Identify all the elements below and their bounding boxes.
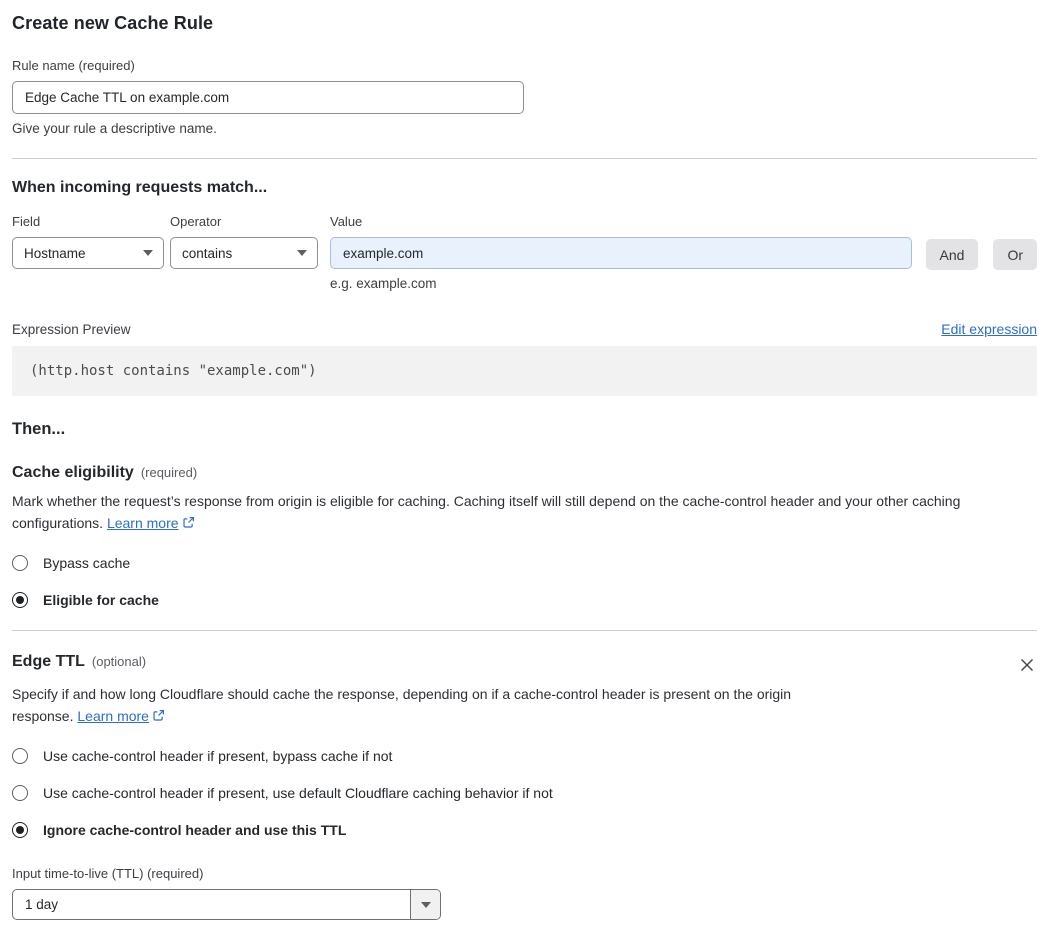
field-select[interactable]: Hostname	[12, 237, 164, 269]
page-title: Create new Cache Rule	[12, 13, 214, 33]
radio-label: Bypass cache	[43, 555, 131, 571]
radio-icon	[12, 748, 28, 764]
edge-ttl-learn-more-link[interactable]: Learn more	[77, 708, 149, 724]
value-input[interactable]	[330, 237, 912, 269]
cache-eligibility-description: Mark whether the request’s response from…	[12, 491, 1022, 534]
edge-ttl-description: Specify if and how long Cloudflare shoul…	[12, 684, 842, 727]
operator-select-value: contains	[182, 245, 233, 261]
close-icon[interactable]	[1017, 655, 1037, 675]
cache-eligibility-header: Cache eligibility (required)	[12, 464, 1037, 482]
radio-use-header-bypass[interactable]: Use cache-control header if present, byp…	[12, 748, 392, 764]
section-divider	[12, 630, 1037, 631]
radio-label: Use cache-control header if present, byp…	[43, 748, 393, 764]
value-column: Value e.g. example.com	[330, 214, 912, 291]
caret-down-icon	[297, 250, 307, 256]
value-label: Value	[330, 214, 363, 229]
expression-preview-header: Expression Preview Edit expression	[12, 321, 1037, 337]
operator-select[interactable]: contains	[170, 237, 318, 269]
then-heading: Then...	[12, 420, 66, 438]
edit-expression-link[interactable]: Edit expression	[941, 321, 1037, 337]
field-column: Field Hostname	[12, 214, 164, 291]
or-button[interactable]: Or	[993, 239, 1037, 270]
radio-label: Eligible for cache	[43, 592, 159, 608]
caret-down-icon	[143, 250, 153, 256]
edge-ttl-header-row: Edge TTL (optional)	[12, 653, 1037, 675]
match-condition-row: Field Hostname Operator contains Value e…	[12, 214, 1037, 291]
radio-icon	[12, 822, 28, 838]
and-button[interactable]: And	[925, 239, 979, 270]
edge-ttl-header: Edge TTL (optional)	[12, 653, 146, 671]
field-label: Field	[12, 214, 41, 229]
rule-name-helper: Give your rule a descriptive name.	[12, 121, 217, 136]
external-link-icon	[152, 709, 165, 725]
cache-eligibility-learn-more-link[interactable]: Learn more	[107, 515, 179, 531]
rule-name-label: Rule name (required)	[12, 58, 135, 73]
value-helper: e.g. example.com	[330, 276, 437, 291]
create-cache-rule-page: Create new Cache Rule Rule name (require…	[0, 0, 1058, 934]
ttl-dropdown-arrow-button[interactable]	[410, 890, 440, 919]
expression-preview-label: Expression Preview	[12, 322, 131, 337]
field-select-value: Hostname	[24, 245, 86, 261]
cache-eligibility-heading: Cache eligibility	[12, 464, 134, 481]
external-link-icon	[182, 516, 195, 532]
edge-ttl-heading: Edge TTL	[12, 653, 85, 670]
ttl-select-value: 1 day	[25, 897, 59, 912]
radio-ignore-header-use-ttl[interactable]: Ignore cache-control header and use this…	[12, 822, 346, 838]
radio-icon	[12, 592, 28, 608]
operator-label: Operator	[170, 214, 222, 229]
caret-down-icon	[420, 901, 431, 908]
match-section-heading: When incoming requests match...	[12, 179, 268, 196]
cache-eligibility-qualifier: (required)	[140, 465, 198, 480]
radio-use-header-default[interactable]: Use cache-control header if present, use…	[12, 785, 553, 801]
radio-label: Use cache-control header if present, use…	[43, 785, 553, 801]
operator-column: Operator contains	[170, 214, 318, 291]
edge-ttl-qualifier: (optional)	[91, 654, 147, 669]
radio-icon	[12, 555, 28, 571]
radio-bypass-cache[interactable]: Bypass cache	[12, 555, 130, 571]
expression-code: (http.host contains "example.com")	[12, 346, 1037, 396]
section-divider	[12, 158, 1037, 159]
radio-eligible-for-cache[interactable]: Eligible for cache	[12, 592, 159, 608]
ttl-select[interactable]: 1 day	[12, 889, 441, 920]
rule-name-input[interactable]	[12, 81, 524, 114]
ttl-label: Input time-to-live (TTL) (required)	[12, 866, 204, 881]
radio-label: Ignore cache-control header and use this…	[43, 822, 347, 838]
radio-icon	[12, 785, 28, 801]
